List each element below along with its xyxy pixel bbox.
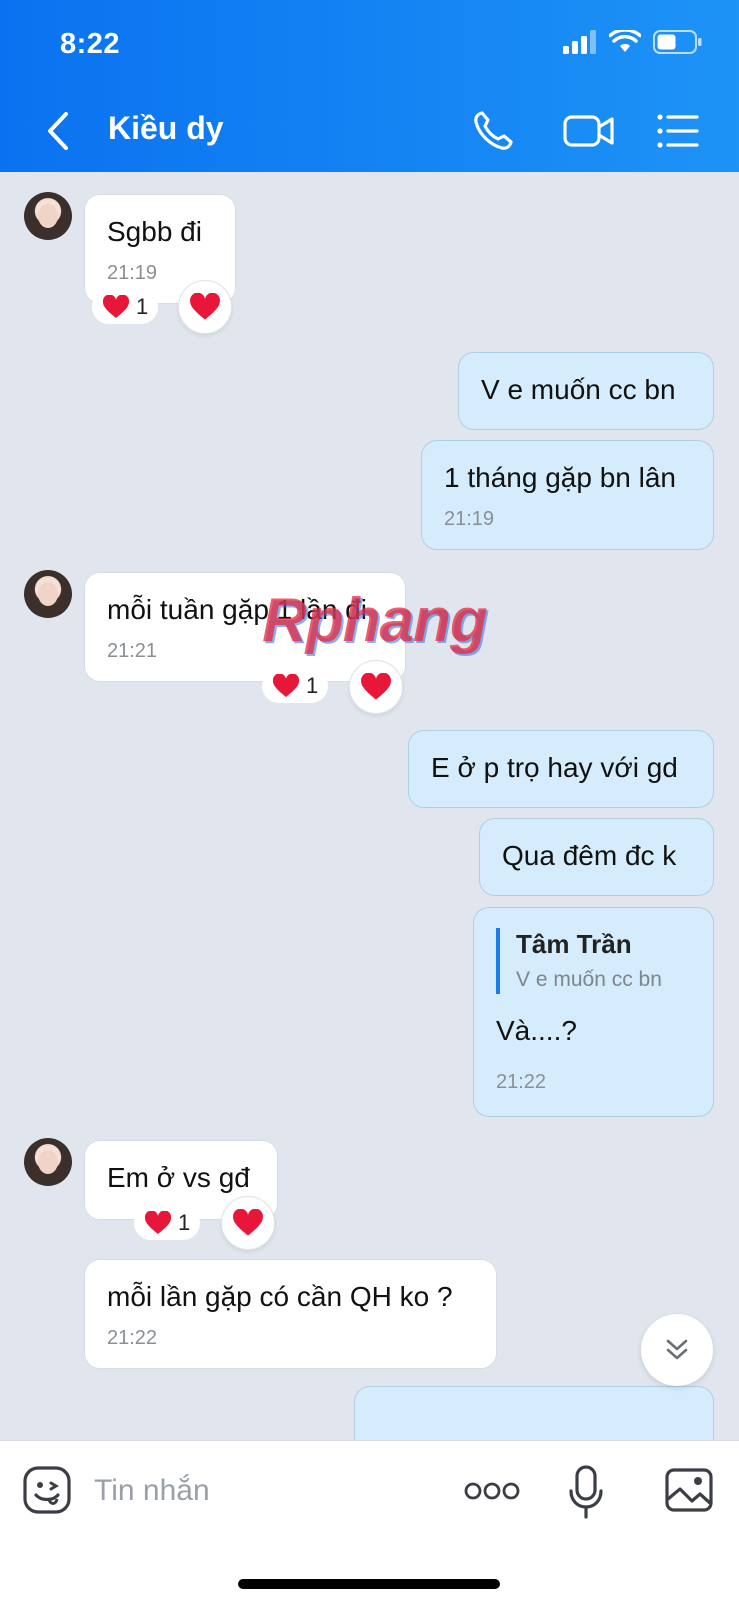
heart-icon	[190, 293, 220, 320]
message-text: E ở p trọ hay với gd	[431, 752, 678, 783]
message-bubble-outgoing[interactable]: 1 tháng gặp bn lân 21:19	[421, 440, 714, 550]
message-text: 1 tháng gặp bn lân	[444, 462, 676, 493]
message-bubble-outgoing[interactable]: E ở p trọ hay với gd	[408, 730, 714, 808]
scroll-to-bottom-button[interactable]	[641, 1314, 713, 1386]
voice-message-button[interactable]	[568, 1465, 604, 1521]
reaction-count-value: 1	[178, 1210, 191, 1235]
message-bubble-outgoing[interactable]: V e muốn cc bn	[458, 352, 714, 430]
microphone-icon	[569, 1465, 603, 1519]
message-bubble-incoming[interactable]: mỗi lần gặp có cần QH ko ? 21:22	[84, 1259, 497, 1369]
quoted-text: V e muốn cc bn	[516, 968, 662, 991]
quoted-message[interactable]: Tâm Trần V e muốn cc bn	[496, 928, 691, 994]
phone-icon	[474, 111, 513, 150]
reaction-count-value: 1	[136, 294, 149, 319]
sticker-button[interactable]	[22, 1465, 72, 1515]
home-indicator[interactable]	[238, 1579, 500, 1589]
chat-options-button[interactable]	[655, 108, 709, 154]
more-options-button[interactable]	[464, 1479, 520, 1503]
quoted-sender: Tâm Trần	[516, 929, 632, 959]
video-call-button[interactable]	[562, 108, 616, 154]
chat-header: 8:22 Kiều dy	[0, 0, 739, 172]
wifi-icon	[609, 30, 641, 52]
list-menu-icon	[657, 114, 699, 148]
message-time: 21:22	[107, 1327, 158, 1349]
battery-icon	[653, 30, 702, 54]
message-bubble-outgoing-reply[interactable]: Tâm Trần V e muốn cc bn Và....? 21:22	[473, 907, 714, 1117]
heart-icon	[272, 674, 300, 697]
more-dots-icon	[464, 1482, 520, 1500]
call-button[interactable]	[470, 108, 524, 154]
message-bubble-outgoing[interactable]: Qua đêm đc k	[479, 818, 714, 896]
message-text: V e muốn cc bn	[481, 374, 676, 405]
message-text: Và....?	[496, 1015, 577, 1046]
avatar[interactable]	[24, 1138, 72, 1186]
avatar[interactable]	[24, 570, 72, 618]
watermark: Rphang	[262, 586, 488, 655]
video-camera-icon	[563, 115, 614, 147]
reaction-count-value: 1	[306, 673, 319, 698]
message-input[interactable]: Tin nhắn	[94, 1469, 434, 1513]
reaction-count[interactable]: 1	[262, 669, 329, 703]
heart-icon	[233, 1209, 263, 1236]
emoji-sticker-icon	[23, 1466, 71, 1514]
react-button[interactable]	[178, 280, 232, 334]
heart-icon	[361, 673, 391, 700]
message-bubble-outgoing-partial[interactable]	[354, 1386, 714, 1440]
message-time: 21:19	[444, 508, 495, 530]
back-button[interactable]	[40, 108, 76, 154]
message-text: mỗi lần gặp có cần QH ko ?	[107, 1281, 453, 1312]
image-picker-button[interactable]	[664, 1467, 714, 1513]
composer-bar: Tin nhắn	[0, 1440, 739, 1600]
react-button[interactable]	[349, 660, 403, 714]
message-time: 21:22	[496, 1071, 547, 1093]
chevron-left-icon	[48, 112, 68, 150]
contact-name[interactable]: Kiều dy	[108, 110, 224, 147]
reaction-count[interactable]: 1	[92, 290, 159, 324]
double-chevron-down-icon	[666, 1339, 688, 1360]
react-button[interactable]	[221, 1196, 275, 1250]
heart-icon	[102, 295, 130, 318]
signal-icon	[563, 30, 596, 54]
message-text: Qua đêm đc k	[502, 840, 677, 871]
reaction-count[interactable]: 1	[134, 1206, 201, 1240]
image-gallery-icon	[665, 1468, 713, 1512]
message-text: Sgbb đi	[107, 216, 202, 247]
message-list[interactable]: Sgbb đi 21:19 1 V e muốn cc bn 1 tháng g…	[0, 172, 739, 1440]
status-time: 8:22	[60, 28, 121, 60]
heart-icon	[144, 1211, 172, 1234]
avatar[interactable]	[24, 192, 72, 240]
message-text: Em ở vs gđ	[107, 1162, 250, 1193]
status-icons	[563, 30, 703, 54]
